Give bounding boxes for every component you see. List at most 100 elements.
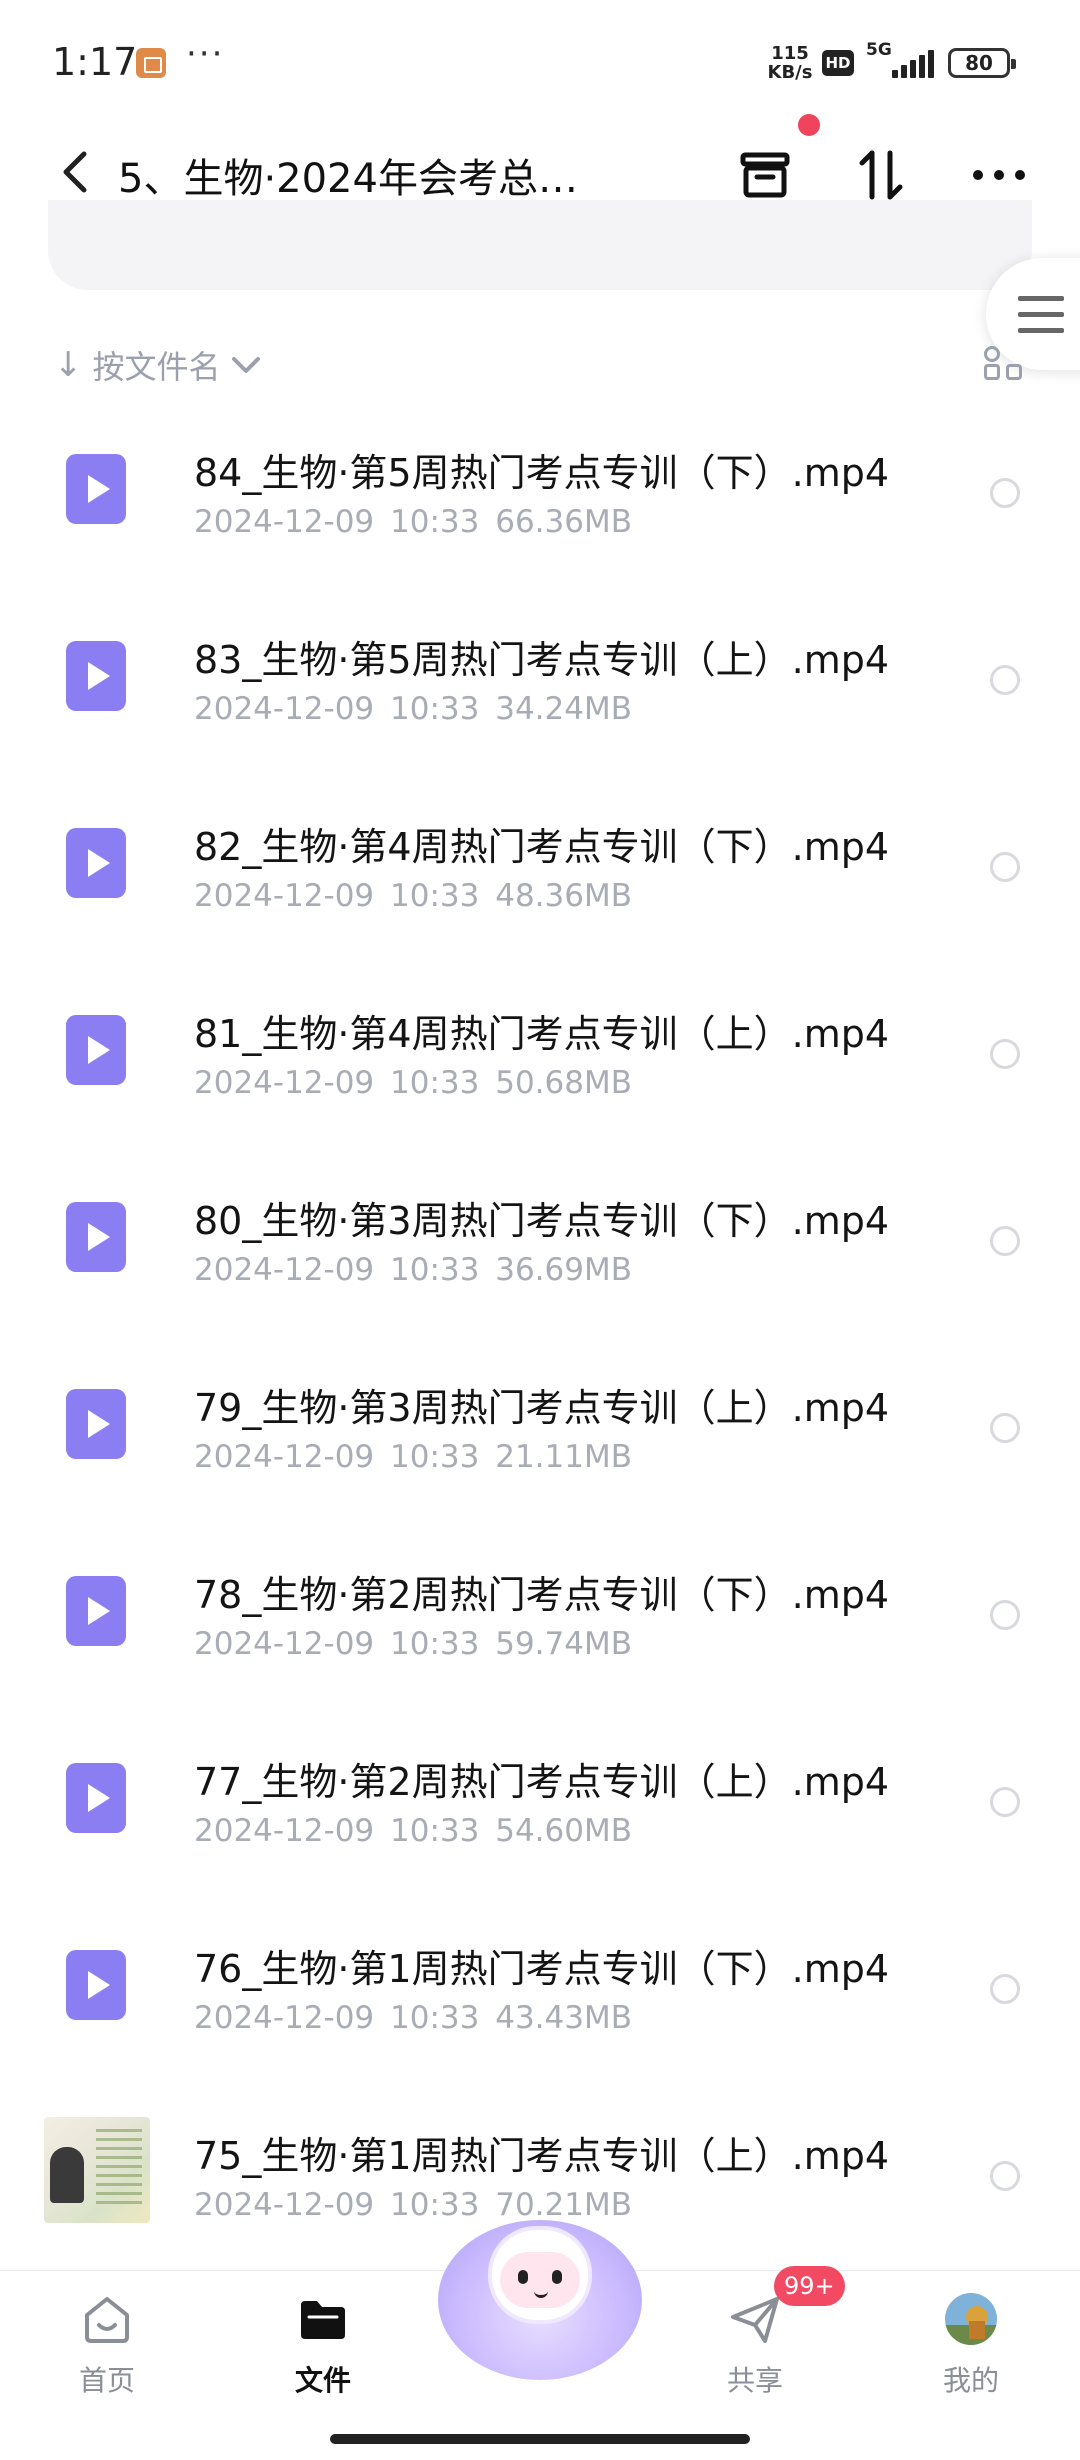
file-item[interactable]: 77_生物·第2周热门考点专训（上）.mp4 2024-12-09 10:33 … [0, 1709, 1080, 1896]
file-meta: 2024-12-09 10:33 66.36MB [194, 504, 632, 540]
file-item[interactable]: 78_生物·第2周热门考点专训（下）.mp4 2024-12-09 10:33 … [0, 1522, 1080, 1709]
video-file-icon [66, 1202, 126, 1272]
file-size: 59.74MB [495, 1626, 632, 1662]
file-size: 66.36MB [495, 504, 632, 540]
assistant-visor [500, 2252, 580, 2308]
video-file-icon [66, 1389, 126, 1459]
video-file-icon [66, 1576, 126, 1646]
sort-label: 按文件名 [92, 348, 221, 386]
network-speed-value: 115 [771, 43, 809, 64]
select-checkbox[interactable] [990, 2161, 1020, 2191]
file-time: 10:33 [390, 504, 480, 540]
file-name: 80_生物·第3周热门考点专训（下）.mp4 [194, 1199, 890, 1243]
select-checkbox[interactable] [990, 1600, 1020, 1630]
file-item[interactable]: 80_生物·第3周热门考点专训（下）.mp4 2024-12-09 10:33 … [0, 1148, 1080, 1335]
grid-view-icon [984, 346, 1000, 362]
file-item[interactable]: 83_生物·第5周热门考点专训（上）.mp4 2024-12-09 10:33 … [0, 587, 1080, 774]
assistant-eye [518, 2270, 528, 2284]
file-time: 10:33 [390, 1626, 480, 1662]
select-checkbox[interactable] [990, 1787, 1020, 1817]
file-date: 2024-12-09 [194, 504, 375, 540]
file-date: 2024-12-09 [194, 1813, 375, 1849]
video-thumbnail [44, 2117, 150, 2223]
more-dots-icon [973, 170, 1025, 180]
file-name: 76_生物·第1周热门考点专训（下）.mp4 [194, 1947, 890, 1991]
file-name: 82_生物·第4周热门考点专训（下）.mp4 [194, 825, 890, 869]
file-date: 2024-12-09 [194, 691, 375, 727]
page-title: 5、生物·2024年会考总… [118, 156, 578, 202]
back-button[interactable] [44, 142, 104, 202]
file-meta: 2024-12-09 10:33 54.60MB [194, 1813, 632, 1849]
avatar [945, 2293, 997, 2345]
network-speed-unit: KB/s [767, 62, 813, 83]
back-arrow-icon [63, 151, 87, 193]
video-file-icon [66, 454, 126, 524]
file-date: 2024-12-09 [194, 2000, 375, 2036]
file-size: 21.11MB [495, 1439, 632, 1475]
home-indicator[interactable] [330, 2434, 750, 2444]
app-screen: 1:17 ··· 115 KB/s HD 5G 80 5、生物·2024年会考总… [0, 0, 1080, 2460]
tab-home-label: 首页 [78, 2364, 135, 2397]
select-checkbox[interactable] [990, 478, 1020, 508]
select-checkbox[interactable] [990, 1413, 1020, 1443]
file-time: 10:33 [390, 2187, 480, 2223]
status-bar: 1:17 ··· 115 KB/s HD 5G 80 [0, 0, 1080, 120]
status-more-icon: ··· [186, 34, 225, 74]
file-time: 10:33 [390, 691, 480, 727]
select-checkbox[interactable] [990, 665, 1020, 695]
file-name: 83_生物·第5周热门考点专训（上）.mp4 [194, 638, 890, 682]
file-date: 2024-12-09 [194, 2187, 375, 2223]
file-date: 2024-12-09 [194, 1626, 375, 1662]
file-item[interactable]: 82_生物·第4周热门考点专训（下）.mp4 2024-12-09 10:33 … [0, 774, 1080, 961]
assistant-eye [552, 2270, 562, 2284]
file-size: 50.68MB [495, 1065, 632, 1101]
video-file-icon [66, 1015, 126, 1085]
file-size: 34.24MB [495, 691, 632, 727]
tab-files-label: 文件 [294, 2364, 351, 2397]
file-size: 36.69MB [495, 1252, 632, 1288]
send-icon [731, 2297, 779, 2343]
network-speed: 115 KB/s [762, 44, 818, 82]
file-name: 81_生物·第4周热门考点专训（上）.mp4 [194, 1012, 890, 1056]
select-checkbox[interactable] [990, 1974, 1020, 2004]
tab-mine-label: 我的 [942, 2364, 999, 2397]
file-date: 2024-12-09 [194, 1439, 375, 1475]
file-meta: 2024-12-09 10:33 59.74MB [194, 1626, 632, 1662]
file-item[interactable]: 79_生物·第3周热门考点专训（上）.mp4 2024-12-09 10:33 … [0, 1335, 1080, 1522]
file-name: 77_生物·第2周热门考点专训（上）.mp4 [194, 1760, 890, 1804]
tab-home[interactable]: 首页 [32, 2271, 182, 2421]
select-checkbox[interactable] [990, 1039, 1020, 1069]
folder-icon [301, 2301, 345, 2339]
file-size: 54.60MB [495, 1813, 632, 1849]
file-time: 10:33 [390, 1065, 480, 1101]
file-time: 10:33 [390, 878, 480, 914]
file-name: 84_生物·第5周热门考点专训（下）.mp4 [194, 451, 890, 495]
sort-by-name-button[interactable]: ↓ 按文件名 [54, 340, 261, 390]
video-file-icon [66, 1763, 126, 1833]
tab-files[interactable]: 文件 [248, 2271, 398, 2421]
share-badge: 99+ [774, 2266, 845, 2306]
file-meta: 2024-12-09 10:33 36.69MB [194, 1252, 632, 1288]
video-file-icon [66, 641, 126, 711]
file-meta: 2024-12-09 10:33 43.43MB [194, 2000, 632, 2036]
video-file-icon [66, 828, 126, 898]
battery-level: 80 [948, 48, 1016, 78]
file-time: 10:33 [390, 1252, 480, 1288]
search-bar[interactable] [48, 200, 1032, 290]
file-item[interactable]: 84_生物·第5周热门考点专训（下）.mp4 2024-12-09 10:33 … [0, 400, 1080, 587]
tab-share-label: 共享 [726, 2364, 783, 2397]
file-size: 48.36MB [495, 878, 632, 914]
file-name: 75_生物·第1周热门考点专训（上）.mp4 [194, 2134, 890, 2178]
select-checkbox[interactable] [990, 852, 1020, 882]
file-date: 2024-12-09 [194, 1252, 375, 1288]
file-size: 70.21MB [495, 2187, 632, 2223]
file-time: 10:33 [390, 1813, 480, 1849]
tab-mine[interactable]: 我的 [896, 2271, 1046, 2421]
file-item[interactable]: 76_生物·第1周热门考点专训（下）.mp4 2024-12-09 10:33 … [0, 1896, 1080, 2083]
notification-dot [798, 114, 820, 136]
status-time: 1:17 [52, 40, 138, 84]
file-item[interactable]: 81_生物·第4周热门考点专训（上）.mp4 2024-12-09 10:33 … [0, 961, 1080, 1148]
select-checkbox[interactable] [990, 1226, 1020, 1256]
grid-view-button[interactable] [984, 346, 1028, 386]
file-meta: 2024-12-09 10:33 21.11MB [194, 1439, 632, 1475]
